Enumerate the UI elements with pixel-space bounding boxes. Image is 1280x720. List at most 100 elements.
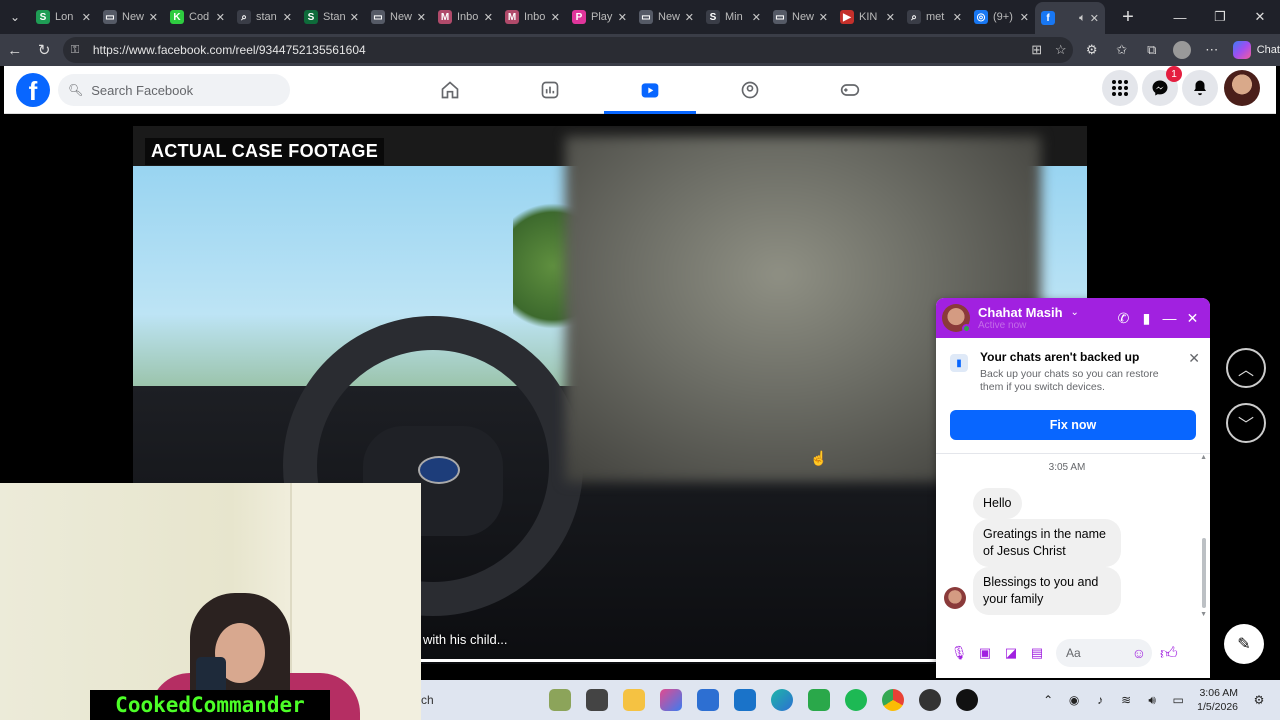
search-input[interactable]: 🔍︎ Search Facebook <box>58 74 290 106</box>
tab-close-icon[interactable]: ✕ <box>82 11 91 24</box>
new-message-compose-icon[interactable]: ✎ <box>1224 624 1264 664</box>
browser-tab[interactable]: f 🔈︎ ✕ <box>1035 2 1105 34</box>
browser-tab[interactable]: S Stan ✕ <box>298 2 365 32</box>
tab-close-icon[interactable]: ✕ <box>1020 11 1029 24</box>
apps-icon[interactable]: ⊞ <box>1025 42 1049 58</box>
show-hidden-icons-chevron-icon[interactable]: ⌃ <box>1035 693 1061 707</box>
previous-reel-up-icon[interactable]: ︿ <box>1226 348 1266 388</box>
browser-tab[interactable]: ⌕ stan ✕ <box>231 2 298 32</box>
taskbar-task-view-icon[interactable] <box>578 680 615 720</box>
favorite-star-icon[interactable]: ☆ <box>1049 42 1073 58</box>
chat-contact-avatar[interactable] <box>942 304 971 333</box>
browser-tab[interactable]: M Inbo ✕ <box>432 2 499 32</box>
wifi-icon[interactable]: ≋ <box>1113 693 1139 707</box>
browser-tab[interactable]: K Cod ✕ <box>164 2 231 32</box>
message-input[interactable]: Aa ☺ <box>1056 639 1152 667</box>
message-bubble[interactable]: Hello <box>973 488 1022 519</box>
gif-icon[interactable]: ▤ <box>1024 645 1050 661</box>
tab-close-icon[interactable]: ✕ <box>551 11 560 24</box>
browser-tab[interactable]: M Inbo ✕ <box>499 2 566 32</box>
tab-close-icon[interactable]: ✕ <box>886 11 895 24</box>
thumbs-up-icon[interactable]: 👍︎ <box>1160 643 1178 664</box>
tab-close-icon[interactable]: ✕ <box>819 11 828 24</box>
message-bubble[interactable]: Blessings to you and your family <box>973 567 1121 615</box>
message-bubble[interactable]: Greatings in the name of Jesus Christ <box>973 519 1121 567</box>
tab-close-icon[interactable]: ✕ <box>484 11 493 24</box>
more-options-icon[interactable]: ⋯ <box>1197 36 1227 64</box>
taskbar-clock[interactable]: 3:06 AM 1/5/2026 <box>1197 686 1238 714</box>
url-bar[interactable]: ⚿ https://www.facebook.com/reel/93447521… <box>62 37 1073 63</box>
site-info-icon[interactable]: ⚿ <box>71 44 87 57</box>
chat-header[interactable]: Chahat Masih ⌄ Active now ✆ ▮ — ✕ <box>936 298 1210 338</box>
tab-close-icon[interactable]: ✕ <box>752 11 761 24</box>
nav-gaming[interactable] <box>800 66 900 114</box>
browser-tab[interactable]: P Play ✕ <box>566 2 633 32</box>
close-chat-icon[interactable]: ✕ <box>1181 310 1204 327</box>
next-reel-down-icon[interactable]: ﹀ <box>1226 403 1266 443</box>
browser-tab[interactable]: ▭ New ✕ <box>97 2 164 32</box>
back-arrow-icon[interactable]: ← <box>0 35 29 65</box>
browser-tab[interactable]: S Lon ✕ <box>30 2 97 32</box>
taskbar-spotify-icon[interactable] <box>837 680 874 720</box>
taskbar-file-explorer-icon[interactable] <box>615 680 652 720</box>
emoji-icon[interactable]: ☺ <box>1132 645 1146 661</box>
taskbar-edge-icon[interactable] <box>763 680 800 720</box>
nav-home[interactable] <box>400 66 500 114</box>
tab-close-icon[interactable]: ✕ <box>685 11 694 24</box>
maximize-icon[interactable]: ❐ <box>1200 0 1240 34</box>
browser-tab[interactable]: ▭ New ✕ <box>767 2 834 32</box>
notifications-button[interactable] <box>1182 70 1218 106</box>
scroll-up-icon[interactable]: ▲ <box>1200 454 1207 461</box>
profile-avatar[interactable] <box>1167 36 1197 64</box>
tab-close-icon[interactable]: ✕ <box>618 11 627 24</box>
chevron-down-icon[interactable]: ⌄ <box>1071 307 1079 318</box>
browser-tab[interactable]: ▭ New ✕ <box>365 2 432 32</box>
menu-grid-button[interactable] <box>1102 70 1138 106</box>
taskbar-app-icon[interactable] <box>911 680 948 720</box>
nav-reels-video[interactable] <box>600 66 700 114</box>
phone-call-icon[interactable]: ✆ <box>1112 310 1135 327</box>
tab-list-chevron-icon[interactable]: ⌄ <box>0 0 30 34</box>
tray-app-icon[interactable]: ◉ <box>1061 693 1087 707</box>
microphone-tray-icon[interactable]: ♪ <box>1087 693 1113 707</box>
taskbar-media-icon[interactable] <box>800 680 837 720</box>
message-scrollbar[interactable] <box>1202 538 1206 608</box>
browser-tab[interactable]: ◎ (9+) ✕ <box>968 2 1035 32</box>
taskbar-chrome-icon[interactable] <box>874 680 911 720</box>
sender-avatar[interactable] <box>944 587 966 609</box>
browser-tab[interactable]: ▶ KIN ✕ <box>834 2 901 32</box>
extensions-icon[interactable]: ⚙ <box>1077 36 1107 64</box>
favorites-icon[interactable]: ✩ <box>1107 36 1137 64</box>
collections-icon[interactable]: ⧉ <box>1137 36 1167 64</box>
close-window-icon[interactable]: ✕ <box>1240 0 1280 34</box>
tab-close-icon[interactable]: ✕ <box>350 11 359 24</box>
browser-tab[interactable]: ⌕ met ✕ <box>901 2 968 32</box>
minimize-chat-icon[interactable]: — <box>1158 310 1181 326</box>
dismiss-backup-icon[interactable]: ✕ <box>1188 350 1200 367</box>
new-tab-plus-icon[interactable]: + <box>1113 2 1143 32</box>
tab-audio-icon[interactable]: 🔈︎ <box>1079 12 1086 25</box>
browser-tab[interactable]: ▭ New ✕ <box>633 2 700 32</box>
tab-close-icon[interactable]: ✕ <box>953 11 962 24</box>
tab-close-icon[interactable]: ✕ <box>417 11 426 24</box>
tab-close-icon[interactable]: ✕ <box>216 11 225 24</box>
tab-close-icon[interactable]: ✕ <box>283 11 292 24</box>
sticker-icon[interactable]: ◪ <box>998 645 1024 661</box>
taskbar-microsoft365-icon[interactable] <box>652 680 689 720</box>
account-avatar[interactable] <box>1224 70 1260 106</box>
taskbar-search[interactable]: ch <box>421 685 541 715</box>
photo-icon[interactable]: ▣ <box>972 645 998 661</box>
messenger-button[interactable]: 1 <box>1142 66 1182 106</box>
facebook-logo-icon[interactable]: f <box>16 73 50 107</box>
scroll-down-icon[interactable]: ▼ <box>1200 611 1207 618</box>
battery-icon[interactable]: ▭ <box>1165 693 1191 707</box>
taskbar-store-icon[interactable] <box>689 680 726 720</box>
taskbar-chameleon-icon[interactable] <box>541 680 578 720</box>
tab-close-icon[interactable]: ✕ <box>149 11 158 24</box>
browser-tab[interactable]: S Min ✕ <box>700 2 767 32</box>
copilot-chat-button[interactable]: Chat <box>1232 41 1280 59</box>
taskbar-outlook-icon[interactable] <box>726 680 763 720</box>
microphone-icon[interactable]: 🎙︎ <box>946 645 972 661</box>
taskbar-player-icon[interactable] <box>948 680 985 720</box>
video-call-icon[interactable]: ▮ <box>1135 310 1158 327</box>
